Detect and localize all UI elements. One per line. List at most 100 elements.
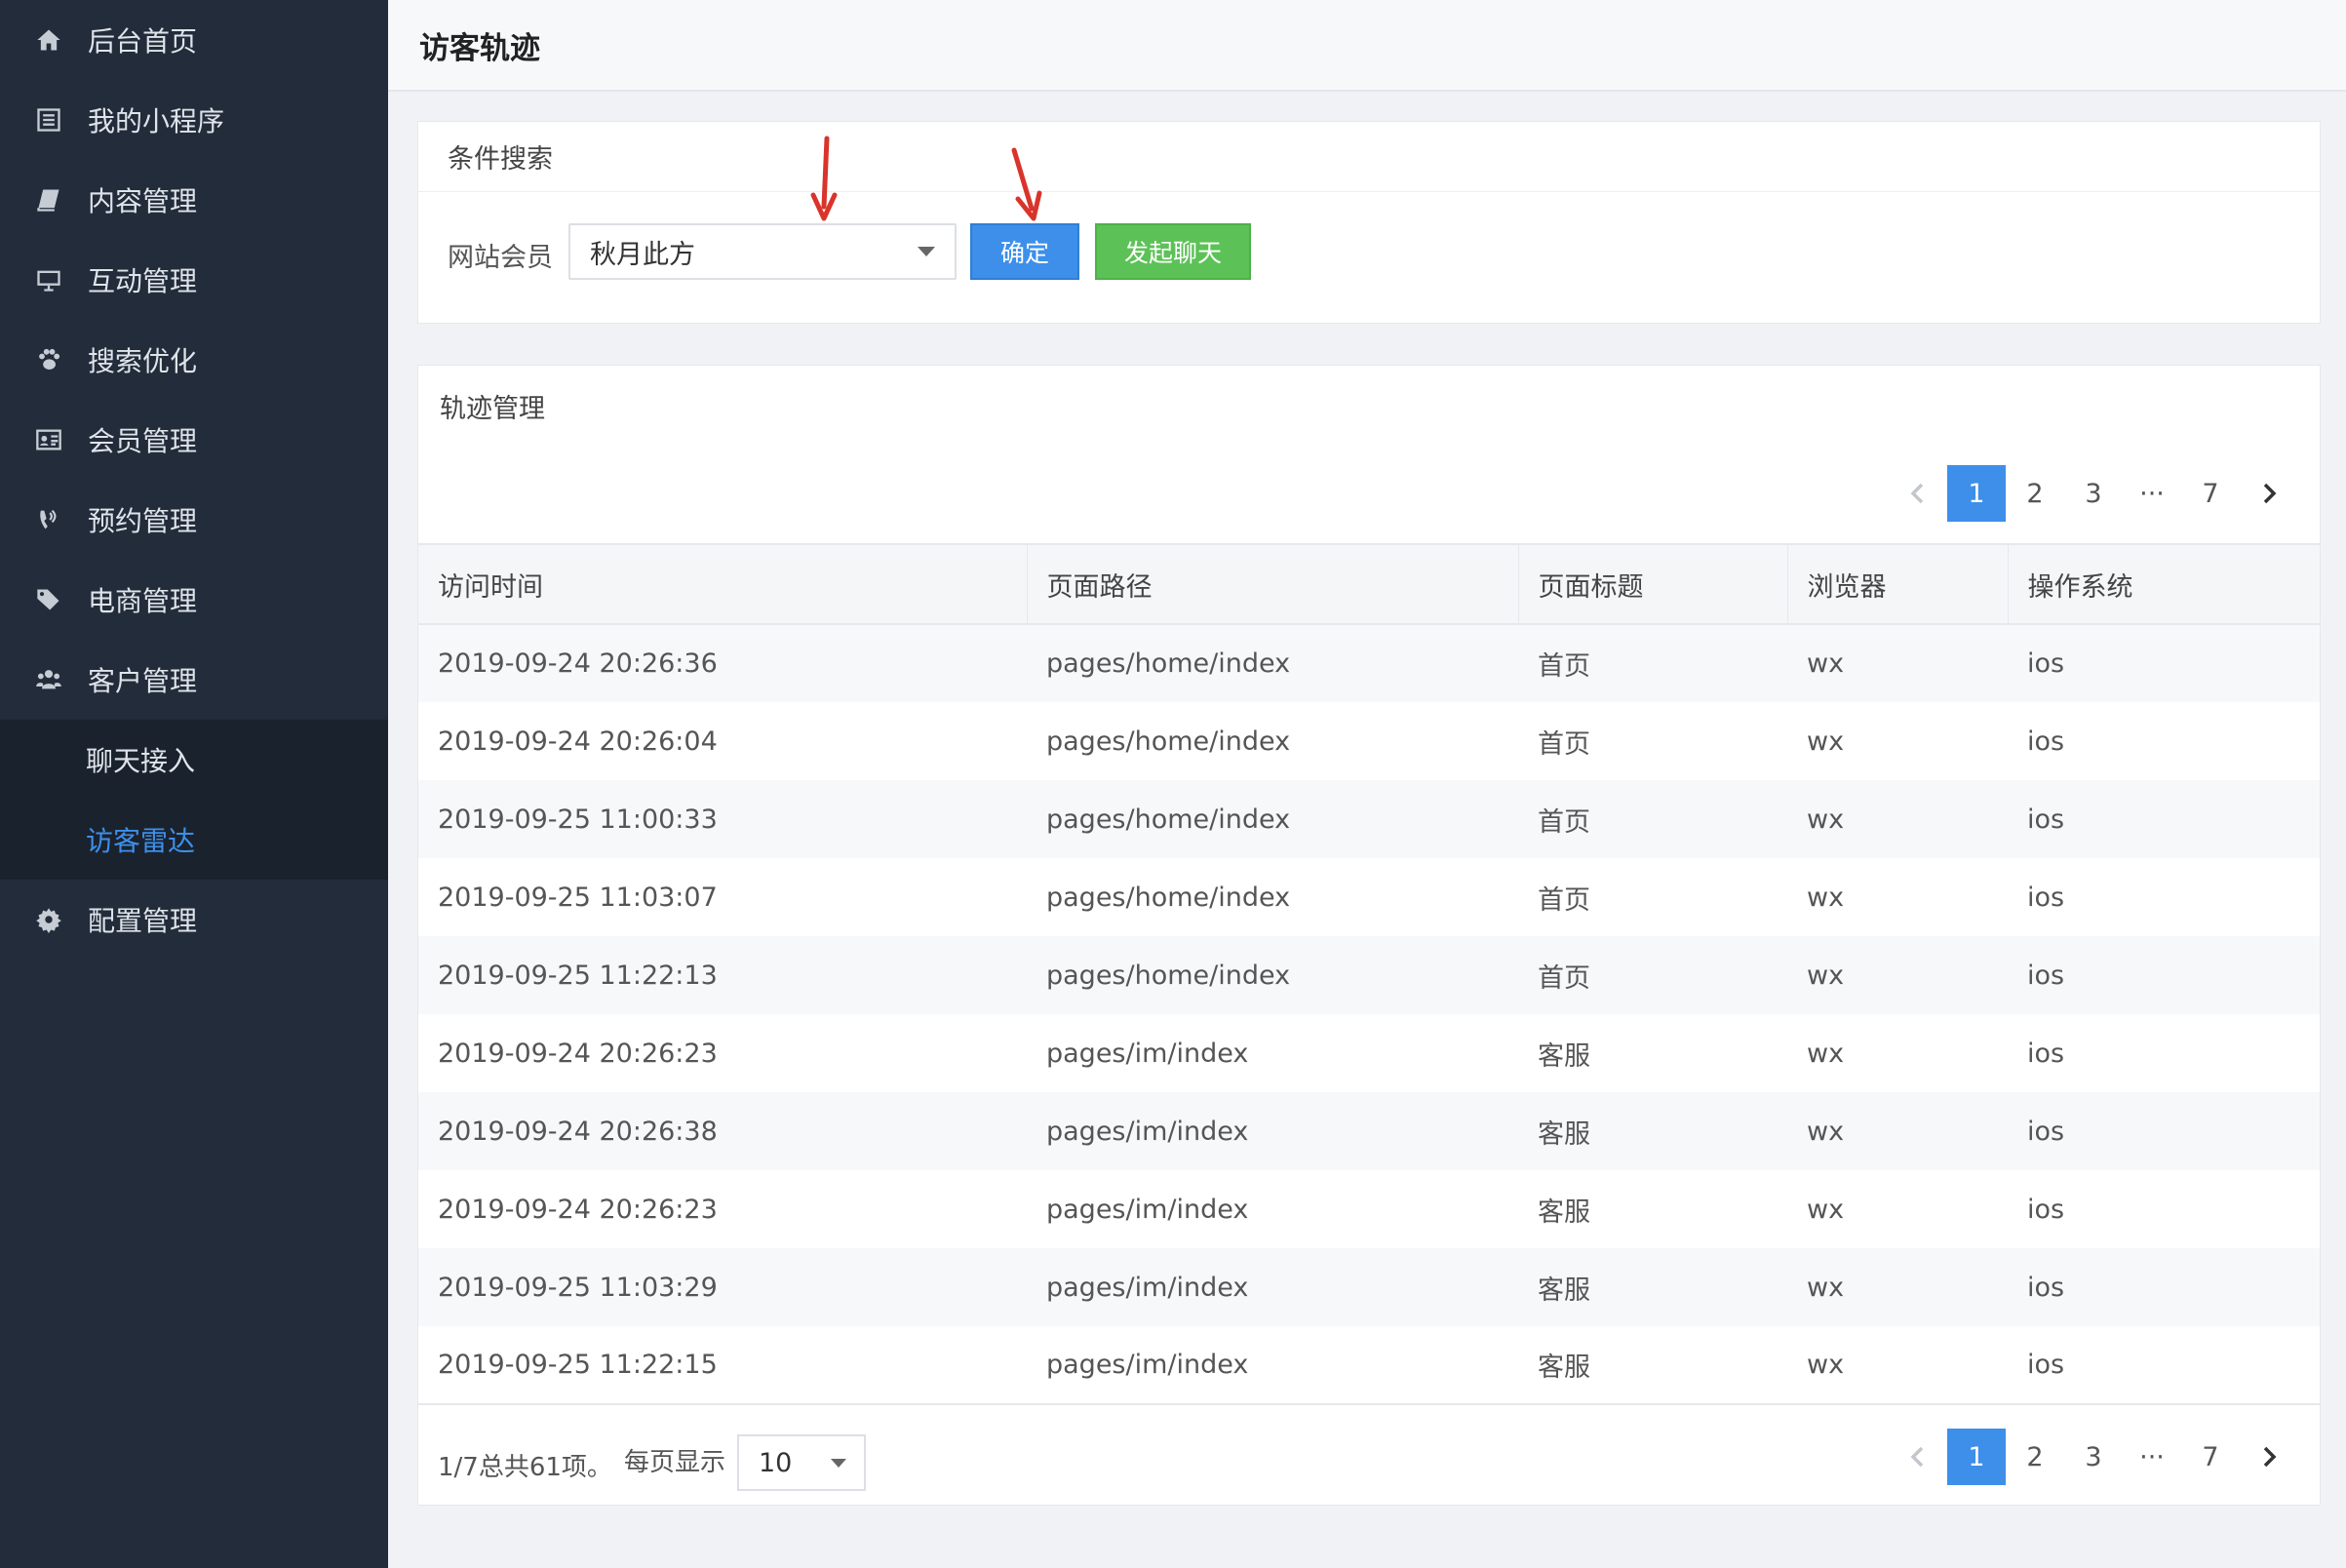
cell-page-path: pages/im/index	[1046, 1194, 1249, 1225]
sidebar-item-label: 配置管理	[88, 905, 198, 937]
table-row: 2019-09-25 11:03:29 pages/im/index 客服 wx ios	[418, 1248, 2320, 1326]
sidebar-item-home[interactable]: 后台首页	[0, 0, 388, 80]
chevron-left-icon	[1910, 1446, 1924, 1468]
sidebar-item-booking[interactable]: 预约管理	[0, 480, 388, 560]
cell-os: ios	[2008, 936, 2320, 1014]
member-select[interactable]: 秋月此方	[568, 223, 957, 280]
cell-page-title: 客服	[1538, 1196, 1590, 1228]
member-label: 网站会员	[448, 242, 553, 273]
cell-visit-time: 2019-09-24 20:26:23	[438, 1038, 718, 1069]
cell-os: ios	[2027, 1194, 2065, 1225]
cell-page-title: 客服	[1538, 1040, 1590, 1072]
sidebar: 后台首页 我的小程序 内容管理 互动管理 搜索优化 会员管理 预约管理 电商管理…	[0, 0, 388, 1568]
track-panel-title: 轨迹管理	[440, 394, 545, 424]
cell-browser: wx	[1787, 936, 2008, 1014]
page-button[interactable]: 7	[2181, 465, 2240, 522]
track-table: 访问时间 页面路径 页面标题 浏览器 操作系统 2019-09-24 20:26…	[418, 543, 2320, 1405]
cell-page-title: 首页	[1518, 936, 1787, 1014]
sidebar-item-label: 电商管理	[88, 585, 198, 617]
page-button[interactable]: 3	[2064, 465, 2123, 522]
column-header-visit-time[interactable]: 访问时间	[418, 543, 1028, 625]
sidebar-item-member[interactable]: 会员管理	[0, 400, 388, 480]
users-icon	[29, 666, 68, 693]
cell-visit-time: 2019-09-25 11:22:15	[418, 1326, 1027, 1405]
start-chat-button[interactable]: 发起聊天	[1095, 223, 1251, 280]
cell-page-title: 客服	[1518, 1326, 1787, 1405]
cell-page-title: 首页	[1518, 624, 1787, 702]
sidebar-subitem-visitor-radar[interactable]: 访客雷达	[0, 800, 388, 880]
sidebar-subitem-label: 聊天接入	[86, 745, 196, 777]
cell-page-path: pages/home/index	[1027, 780, 1518, 858]
tags-icon	[29, 586, 68, 613]
cell-page-title: 首页	[1538, 884, 1590, 916]
next-page-button[interactable]	[2240, 465, 2298, 522]
cell-page-path: pages/im/index	[1027, 1326, 1518, 1405]
page-button[interactable]: 2	[2006, 1429, 2064, 1485]
sidebar-item-label: 互动管理	[88, 265, 198, 297]
cell-visit-time: 2019-09-25 11:22:13	[418, 936, 1027, 1014]
page-button[interactable]: 3	[2064, 1429, 2123, 1485]
table-row: 2019-09-25 11:22:13 pages/home/index 首页 wx i…	[418, 936, 2320, 1014]
table-row: 2019-09-25 11:03:07 pages/home/index 首页 wx i…	[418, 858, 2320, 936]
table-row: 2019-09-24 20:26:23 pages/im/index 客服 wx ios	[418, 1014, 2320, 1092]
cell-page-path: pages/im/index	[1027, 1092, 1518, 1170]
table-header-row: 访问时间 页面路径 页面标题 浏览器 操作系统	[418, 543, 2320, 625]
chevron-right-icon	[2263, 1446, 2277, 1468]
home-icon	[29, 26, 68, 54]
annotation-arrow-icon	[810, 136, 838, 221]
page-button[interactable]: 7	[2181, 1429, 2240, 1485]
cell-visit-time: 2019-09-24 20:26:36	[418, 624, 1027, 702]
chevron-left-icon	[1910, 483, 1924, 504]
cell-page-path: pages/im/index	[1046, 1038, 1249, 1069]
column-header-browser[interactable]: 浏览器	[1787, 543, 2009, 625]
track-panel: 轨迹管理 1 2 3 ··· 7 访问时间 页面路径 页面标题 浏览器 操作系统…	[417, 365, 2321, 1506]
sidebar-item-label: 客户管理	[88, 665, 198, 697]
cell-os: ios	[2027, 1038, 2065, 1069]
book-icon	[29, 186, 68, 214]
prev-page-button[interactable]	[1889, 1429, 1947, 1485]
page-title: 访客轨迹	[419, 30, 540, 66]
column-header-page-title[interactable]: 页面标题	[1518, 543, 1788, 625]
cell-page-title: 客服	[1518, 1248, 1787, 1326]
sidebar-item-seo[interactable]: 搜索优化	[0, 320, 388, 400]
search-panel: 条件搜索 网站会员 秋月此方 确定 发起聊天	[417, 121, 2321, 324]
cell-visit-time: 2019-09-24 20:26:23	[438, 1194, 718, 1225]
sidebar-subitem-chat-access[interactable]: 聊天接入	[0, 720, 388, 800]
sidebar-item-ecommerce[interactable]: 电商管理	[0, 560, 388, 640]
table-row: 2019-09-24 20:26:38 pages/im/index 客服 wx ios	[418, 1092, 2320, 1170]
page-button[interactable]: 2	[2006, 465, 2064, 522]
sidebar-item-config[interactable]: 配置管理	[0, 880, 388, 960]
sidebar-item-content[interactable]: 内容管理	[0, 160, 388, 240]
table-row: 2019-09-24 20:26:23 pages/im/index 客服 wx ios	[418, 1170, 2320, 1248]
cell-browser: wx	[1787, 624, 2008, 702]
search-row: 网站会员 秋月此方 确定 发起聊天	[448, 223, 1251, 280]
cell-visit-time: 2019-09-25 11:03:07	[438, 882, 718, 913]
monitor-icon	[29, 266, 68, 294]
cell-browser: wx	[1787, 1248, 2008, 1326]
sidebar-item-label: 内容管理	[88, 185, 198, 217]
sidebar-item-interaction[interactable]: 互动管理	[0, 240, 388, 320]
cell-page-title: 首页	[1518, 780, 1787, 858]
page-button[interactable]: 1	[1947, 1429, 2006, 1485]
sidebar-item-customer[interactable]: 客户管理	[0, 640, 388, 720]
chevron-right-icon	[2263, 483, 2277, 504]
cell-page-title: 首页	[1538, 728, 1590, 760]
column-header-page-path[interactable]: 页面路径	[1027, 543, 1519, 625]
column-header-os[interactable]: 操作系统	[2008, 543, 2320, 625]
page-button[interactable]: 1	[1947, 465, 2006, 522]
per-page-label: 每页显示	[623, 1447, 725, 1477]
table-row: 2019-09-25 11:22:15 pages/im/index 客服 wx ios	[418, 1326, 2320, 1405]
confirm-button[interactable]: 确定	[970, 223, 1079, 280]
page-ellipsis: ···	[2139, 478, 2165, 509]
per-page-value: 10	[758, 1447, 793, 1478]
cell-visit-time: 2019-09-25 11:00:33	[418, 780, 1027, 858]
cell-visit-time: 2019-09-24 20:26:38	[418, 1092, 1027, 1170]
cell-browser: wx	[1807, 882, 1845, 913]
cell-page-path: pages/home/index	[1027, 936, 1518, 1014]
pagination-summary: 1/7总共61项。	[438, 1452, 612, 1482]
prev-page-button[interactable]	[1889, 465, 1947, 522]
cell-os: ios	[2008, 1326, 2320, 1405]
next-page-button[interactable]	[2240, 1429, 2298, 1485]
per-page-select[interactable]: 10	[736, 1434, 866, 1491]
sidebar-item-miniprogram[interactable]: 我的小程序	[0, 80, 388, 160]
